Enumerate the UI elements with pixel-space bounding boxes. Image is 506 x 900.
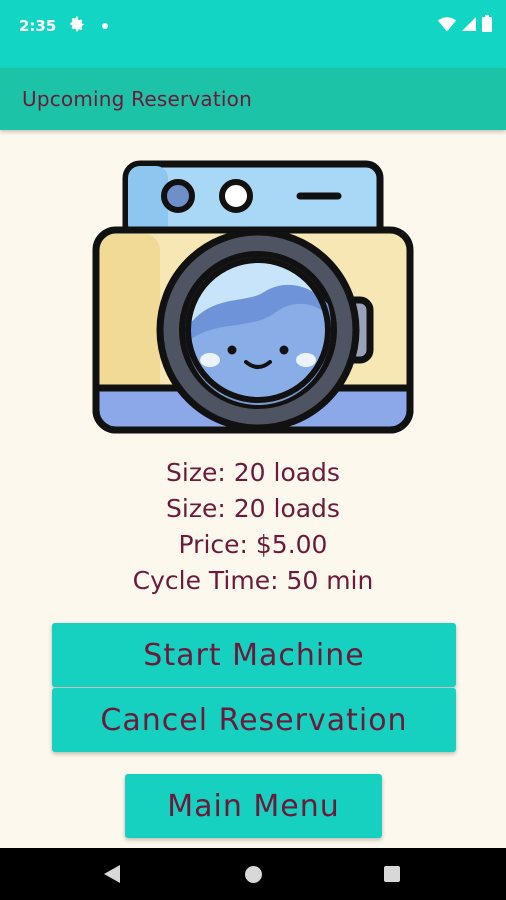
reservation-size: Size: 20 loads xyxy=(166,458,340,487)
reservation-size: Size: 20 loads xyxy=(166,494,340,523)
recents-icon[interactable] xyxy=(384,866,400,882)
app-bar: Upcoming Reservation xyxy=(0,68,506,130)
notification-dot-icon xyxy=(102,23,108,29)
status-bar: 2:35 xyxy=(0,0,506,68)
main-menu-button[interactable]: Main Menu xyxy=(125,774,382,838)
status-time: 2:35 xyxy=(19,17,57,35)
reservation-cycle-time: Cycle Time: 50 min xyxy=(132,566,374,595)
gear-icon xyxy=(70,16,84,32)
washing-machine-icon xyxy=(92,160,414,434)
navigation-bar xyxy=(0,848,506,900)
wifi-icon xyxy=(438,16,456,31)
back-icon[interactable] xyxy=(103,864,121,884)
page-title: Upcoming Reservation xyxy=(22,87,252,111)
battery-icon xyxy=(482,15,492,32)
cancel-reservation-button[interactable]: Cancel Reservation xyxy=(52,688,456,752)
reservation-price: Price: $5.00 xyxy=(178,530,328,559)
cell-signal-icon xyxy=(462,16,476,31)
status-icons xyxy=(438,15,492,32)
home-icon[interactable] xyxy=(245,866,262,883)
start-machine-button[interactable]: Start Machine xyxy=(52,623,456,687)
